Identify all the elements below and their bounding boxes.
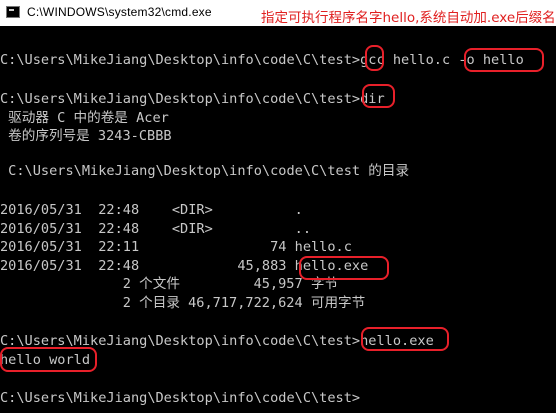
console-line-dir-command: C:\Users\MikeJiang\Desktop\info\code\C\t… (0, 91, 385, 107)
dir-entry-hello-exe: 2016/05/31 22:48 45,883 hello.exe (0, 258, 369, 274)
console-line-run-hello: C:\Users\MikeJiang\Desktop\info\code\C\t… (0, 333, 434, 349)
annotation-note: 指定可执行程序名字hello,系统自动加.exe后缀名 (261, 10, 556, 26)
console-line-volume-serial: 卷的序列号是 3243-CBBB (0, 128, 172, 144)
dir-summary-dirs: 2 个目录 46,717,722,624 可用字节 (0, 295, 366, 311)
console-line-prompt: C:\Users\MikeJiang\Desktop\info\code\C\t… (0, 390, 361, 406)
dir-summary-files: 2 个文件 45,957 字节 (0, 276, 339, 292)
console-output[interactable]: C:\Users\MikeJiang\Desktop\info\code\C\t… (0, 26, 556, 413)
dir-entry-hello-c: 2016/05/31 22:11 74 hello.c (0, 239, 352, 255)
console-line-directory-of: C:\Users\MikeJiang\Desktop\info\code\C\t… (0, 163, 410, 179)
window-title: C:\WINDOWS\system32\cmd.exe (27, 5, 212, 19)
dir-entry-parent: 2016/05/31 22:48 <DIR> .. (0, 221, 311, 237)
console-line-gcc-command: C:\Users\MikeJiang\Desktop\info\code\C\t… (0, 52, 524, 68)
dir-entry-current: 2016/05/31 22:48 <DIR> . (0, 202, 303, 218)
console-line-volume-label: 驱动器 C 中的卷是 Acer (0, 110, 169, 126)
cmd-icon (6, 6, 20, 18)
window-titlebar: C:\WINDOWS\system32\cmd.exe 指定可执行程序名字hel… (0, 0, 556, 26)
console-line-program-output: hello world (0, 352, 91, 368)
